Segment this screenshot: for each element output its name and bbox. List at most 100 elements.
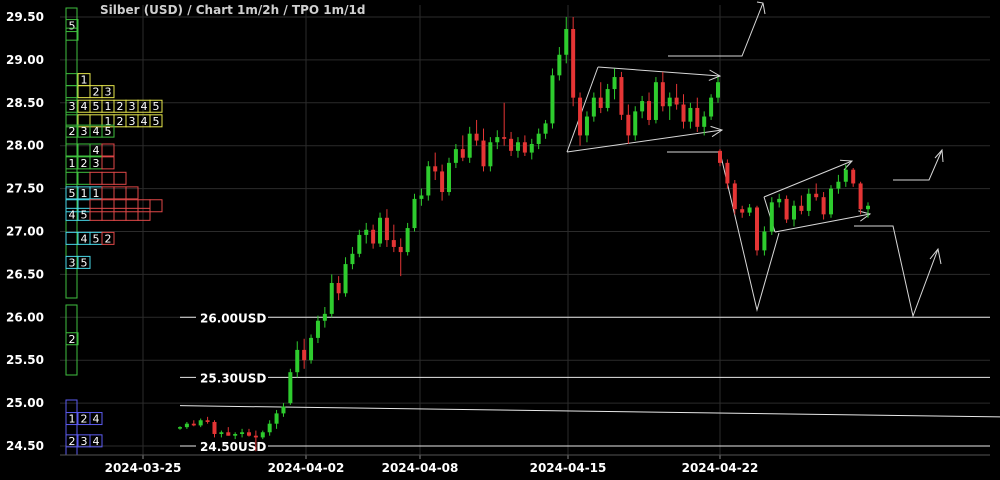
tpo-cell (89, 199, 103, 213)
tpo-cell (149, 199, 163, 213)
candle-down (740, 209, 745, 213)
candle-down (253, 435, 258, 438)
candle-down (598, 97, 603, 108)
candle-down (302, 349, 307, 361)
candle-up (329, 282, 334, 314)
y-axis: 29.50 29.00 28.50 28.00 27.50 27.00 26.50 26.00… (6, 10, 44, 453)
candle-up (866, 205, 870, 210)
silver-price-chart[interactable]: 26.00USD25.30USD24.50USD 512 33 4 5 1 2 3 4 51 2 3… (0, 0, 1000, 480)
candle-up (536, 133, 541, 144)
candle-up (467, 133, 472, 158)
candle-up (550, 75, 555, 124)
tpo-letter: 4 (69, 208, 76, 221)
y-tick-label: 24.50 (6, 439, 44, 453)
tpo-cell (77, 85, 91, 99)
candle-down (336, 282, 341, 294)
candle-up (515, 142, 520, 151)
tpo-cell (101, 199, 115, 213)
price-level-label: 26.00USD (200, 311, 266, 325)
tpo-letter: 4 (141, 100, 148, 113)
candle-up (178, 427, 182, 429)
candle-up (274, 413, 279, 424)
candle-up (716, 82, 720, 98)
tpo-letter: 1 (105, 100, 112, 113)
candle-down (674, 97, 679, 105)
x-tick-label: 2024-04-15 (530, 461, 607, 475)
tpo-letter: 2 (117, 100, 124, 113)
chart-title: Silber (USD) / Chart 1m/2h / TPO 1m/1d (100, 3, 365, 17)
tpo-letter: 5 (153, 115, 160, 128)
price-level-label: 25.30USD (200, 371, 266, 385)
candle-down (522, 142, 527, 153)
candle-up (378, 217, 383, 244)
tpo-letter: 1 (69, 157, 76, 170)
tpo-cell (65, 85, 79, 99)
trend-drawings[interactable] (566, 1, 944, 318)
projection-up-path (668, 2, 764, 57)
candle-down (799, 205, 804, 211)
candle-up (240, 432, 245, 434)
candle-up (747, 207, 752, 213)
y-tick-label: 28.00 (6, 139, 44, 153)
grid (60, 5, 990, 455)
tpo-letter: 5 (81, 208, 88, 221)
tpo-cell (89, 207, 103, 221)
y-tick-label: 25.00 (6, 396, 44, 410)
candle-down (398, 246, 403, 253)
candle-down (578, 97, 583, 136)
tpo-letter: 4 (93, 435, 100, 448)
tpo-letter: 2 (81, 157, 88, 170)
y-tick-label: 28.50 (6, 96, 44, 110)
candle-down (481, 140, 486, 167)
candle-up (412, 198, 417, 229)
candle-down (384, 217, 389, 241)
candle-up (769, 202, 774, 232)
tpo-cell (77, 171, 91, 185)
sloped-trend-line (179, 405, 1000, 418)
tpo-column-outline (65, 7, 78, 299)
candle-up (836, 181, 841, 189)
candle-up (447, 162, 451, 193)
candle-down (440, 171, 445, 193)
tpo-letter: 3 (105, 86, 112, 99)
tpo-letter: 1 (81, 187, 88, 200)
tpo-letter: 2 (69, 125, 76, 138)
triangle-upper-arrow (597, 66, 721, 77)
projection-zigzag-path (854, 225, 939, 318)
tpo-cell (101, 171, 115, 185)
x-tick-label: 2024-04-02 (268, 461, 345, 475)
tpo-letter: 3 (81, 125, 88, 138)
candle-up (260, 432, 265, 438)
tpo-cell (65, 171, 79, 185)
tpo-letter: 2 (93, 86, 100, 99)
candle-up (702, 116, 707, 127)
candle-down (821, 197, 826, 215)
tpo-cell (89, 171, 103, 185)
candle-down (205, 420, 210, 422)
candle-up (843, 169, 848, 182)
y-tick-label: 26.00 (6, 310, 44, 324)
candle-down (718, 150, 722, 163)
tpo-letter: 3 (93, 157, 100, 170)
candle-down (191, 423, 196, 426)
tpo-letter: 2 (69, 435, 76, 448)
candle-up (405, 228, 410, 253)
tpo-cell (113, 207, 127, 221)
candle-up (829, 188, 833, 215)
candle-up (495, 137, 500, 143)
x-axis: 2024-03-25 2024-04-02 2024-04-08 2024-04-15… (60, 454, 990, 475)
candle-up (198, 420, 203, 426)
candle-down (619, 77, 624, 115)
candle-up (543, 123, 548, 134)
candle-down (851, 169, 856, 184)
candle-down (858, 183, 863, 210)
projection-up-path-right (893, 149, 943, 181)
tpo-cell (137, 199, 151, 213)
candle-up (653, 82, 658, 120)
tpo-letter: 3 (129, 100, 136, 113)
tpo-letter: 4 (141, 115, 148, 128)
tpo-letter: 5 (105, 125, 112, 138)
candle-down (371, 229, 376, 244)
tpo-letter: 1 (81, 74, 88, 87)
candle-up (322, 313, 327, 321)
